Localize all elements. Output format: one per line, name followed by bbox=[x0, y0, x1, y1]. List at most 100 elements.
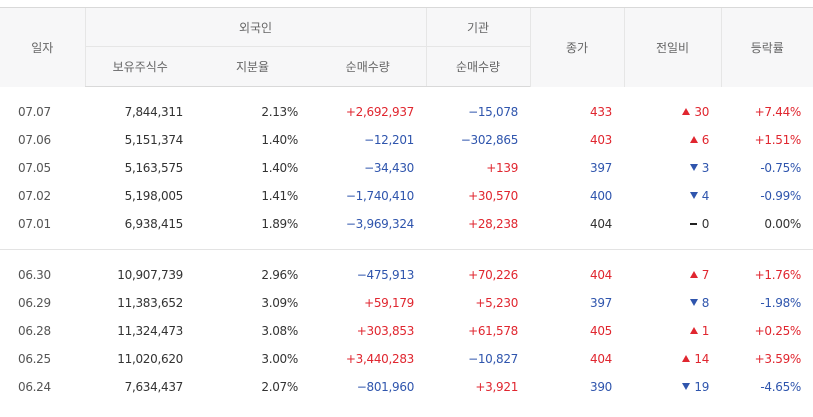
table-row: 07.02 5,198,005 1.41% −1,740,410 +30,570 400 4… bbox=[0, 182, 813, 210]
change-rate-cell: +0.25% bbox=[754, 324, 802, 338]
close-price-cell: 405 bbox=[590, 324, 613, 338]
foreign-net-cell: +59,179 bbox=[364, 296, 415, 310]
row-spacer bbox=[0, 238, 813, 250]
header-share-ratio: 지분율 bbox=[195, 46, 310, 87]
holdings-cell: 7,844,311 bbox=[124, 105, 184, 119]
change-value: 19 bbox=[694, 380, 710, 394]
change-cell: 8 bbox=[624, 289, 721, 317]
holdings-cell: 11,020,620 bbox=[117, 352, 183, 366]
change-cell: 1 bbox=[624, 317, 721, 345]
header-date: 일자 bbox=[0, 7, 85, 87]
close-price-cell: 404 bbox=[590, 217, 613, 231]
foreign-net-cell: −12,201 bbox=[364, 133, 415, 147]
change-cell: 19 bbox=[624, 373, 721, 401]
institution-net-cell: +3,921 bbox=[475, 380, 519, 394]
change-rate-cell: +1.51% bbox=[754, 133, 802, 147]
foreign-net-cell: −475,913 bbox=[356, 268, 415, 282]
triangle-up-icon bbox=[689, 327, 698, 334]
institution-net-cell: −302,865 bbox=[460, 133, 519, 147]
change-rate-cell: +7.44% bbox=[754, 105, 802, 119]
share-cell: 3.00% bbox=[261, 352, 298, 366]
change-cell: 7 bbox=[624, 261, 721, 289]
change-rate-cell: +3.59% bbox=[754, 352, 802, 366]
change-cell: 14 bbox=[624, 345, 721, 373]
triangle-down-icon bbox=[689, 299, 698, 306]
date-cell: 07.07 bbox=[18, 105, 51, 119]
date-cell: 06.30 bbox=[18, 268, 51, 282]
triangle-up-icon bbox=[682, 108, 691, 115]
header-change: 전일비 bbox=[623, 7, 722, 87]
triangle-down-icon bbox=[689, 192, 698, 199]
institution-net-cell: −15,078 bbox=[468, 105, 519, 119]
share-cell: 1.40% bbox=[261, 133, 298, 147]
change-value: 1 bbox=[701, 324, 710, 338]
foreign-net-cell: +2,692,937 bbox=[345, 105, 415, 119]
change-value: 14 bbox=[694, 352, 710, 366]
triangle-down-icon bbox=[682, 383, 691, 390]
triangle-up-icon bbox=[682, 355, 691, 362]
table-row: 07.06 5,151,374 1.40% −12,201 −302,865 403 6 +1… bbox=[0, 126, 813, 154]
share-cell: 1.89% bbox=[261, 217, 298, 231]
header-institution-group: 기관 bbox=[425, 7, 531, 47]
table-row: 06.24 7,634,437 2.07% −801,960 +3,921 390 19 -4… bbox=[0, 373, 813, 401]
date-cell: 06.25 bbox=[18, 352, 51, 366]
row-spacer bbox=[0, 250, 813, 262]
close-price-cell: 390 bbox=[590, 380, 613, 394]
institution-net-cell: +139 bbox=[486, 161, 519, 175]
foreign-net-cell: −3,969,324 bbox=[345, 217, 415, 231]
close-price-cell: 400 bbox=[590, 189, 613, 203]
close-price-cell: 404 bbox=[590, 268, 613, 282]
holdings-cell: 11,324,473 bbox=[117, 324, 183, 338]
foreign-net-cell: −1,740,410 bbox=[345, 189, 415, 203]
change-value: 7 bbox=[701, 268, 710, 282]
table-row: 06.29 11,383,652 3.09% +59,179 +5,230 397 8 -1.… bbox=[0, 289, 813, 317]
foreign-net-cell: +303,853 bbox=[356, 324, 415, 338]
close-price-cell: 403 bbox=[590, 133, 613, 147]
table-row: 06.28 11,324,473 3.08% +303,853 +61,578 405 1 +… bbox=[0, 317, 813, 345]
holdings-cell: 11,383,652 bbox=[117, 296, 183, 310]
share-cell: 1.40% bbox=[261, 161, 298, 175]
row-spacer bbox=[0, 87, 813, 99]
share-cell: 1.41% bbox=[261, 189, 298, 203]
table-row: 07.01 6,938,415 1.89% −3,969,324 +28,238 404 0… bbox=[0, 210, 813, 238]
table-row: 06.25 11,020,620 3.00% +3,440,283 −10,827 404… bbox=[0, 345, 813, 373]
triangle-up-icon bbox=[689, 271, 698, 278]
header-foreign-net: 순매수량 bbox=[310, 46, 427, 87]
share-cell: 2.07% bbox=[261, 380, 298, 394]
foreign-net-cell: +3,440,283 bbox=[345, 352, 415, 366]
holdings-cell: 6,938,415 bbox=[124, 217, 184, 231]
close-price-cell: 433 bbox=[590, 105, 613, 119]
share-cell: 2.96% bbox=[261, 268, 298, 282]
date-cell: 06.28 bbox=[18, 324, 51, 338]
investor-trend-panel: 일자 외국인 기관 종가 전일비 등락률 보유주식수 지분율 순매수량 순매수량… bbox=[0, 0, 813, 417]
header-close-price: 종가 bbox=[529, 7, 625, 87]
header-foreign-group: 외국인 bbox=[84, 7, 427, 47]
date-cell: 07.01 bbox=[18, 217, 51, 231]
institution-net-cell: +61,578 bbox=[468, 324, 519, 338]
date-cell: 06.24 bbox=[18, 380, 51, 394]
triangle-up-icon bbox=[689, 136, 698, 143]
date-cell: 07.02 bbox=[18, 189, 51, 203]
change-value: 0 bbox=[701, 217, 710, 231]
change-rate-cell: -0.99% bbox=[760, 189, 802, 203]
header-institution-net: 순매수량 bbox=[425, 46, 531, 87]
triangle-down-icon bbox=[689, 164, 698, 171]
change-cell: 30 bbox=[624, 98, 721, 126]
share-cell: 2.13% bbox=[261, 105, 298, 119]
investor-trend-table: 일자 외국인 기관 종가 전일비 등락률 보유주식수 지분율 순매수량 순매수량… bbox=[0, 7, 813, 401]
institution-net-cell: +28,238 bbox=[468, 217, 519, 231]
holdings-cell: 7,634,437 bbox=[124, 380, 184, 394]
holdings-cell: 5,151,374 bbox=[124, 133, 184, 147]
change-rate-cell: 0.00% bbox=[764, 217, 802, 231]
close-price-cell: 397 bbox=[590, 296, 613, 310]
change-rate-cell: -4.65% bbox=[760, 380, 802, 394]
institution-net-cell: −10,827 bbox=[468, 352, 519, 366]
foreign-net-cell: −801,960 bbox=[356, 380, 415, 394]
dash-icon bbox=[689, 223, 697, 225]
change-value: 4 bbox=[701, 189, 710, 203]
change-cell: 0 bbox=[624, 210, 721, 238]
change-value: 3 bbox=[701, 161, 710, 175]
institution-net-cell: +70,226 bbox=[468, 268, 519, 282]
table-row: 07.05 5,163,575 1.40% −34,430 +139 397 3 -0.75% bbox=[0, 154, 813, 182]
date-cell: 07.05 bbox=[18, 161, 51, 175]
